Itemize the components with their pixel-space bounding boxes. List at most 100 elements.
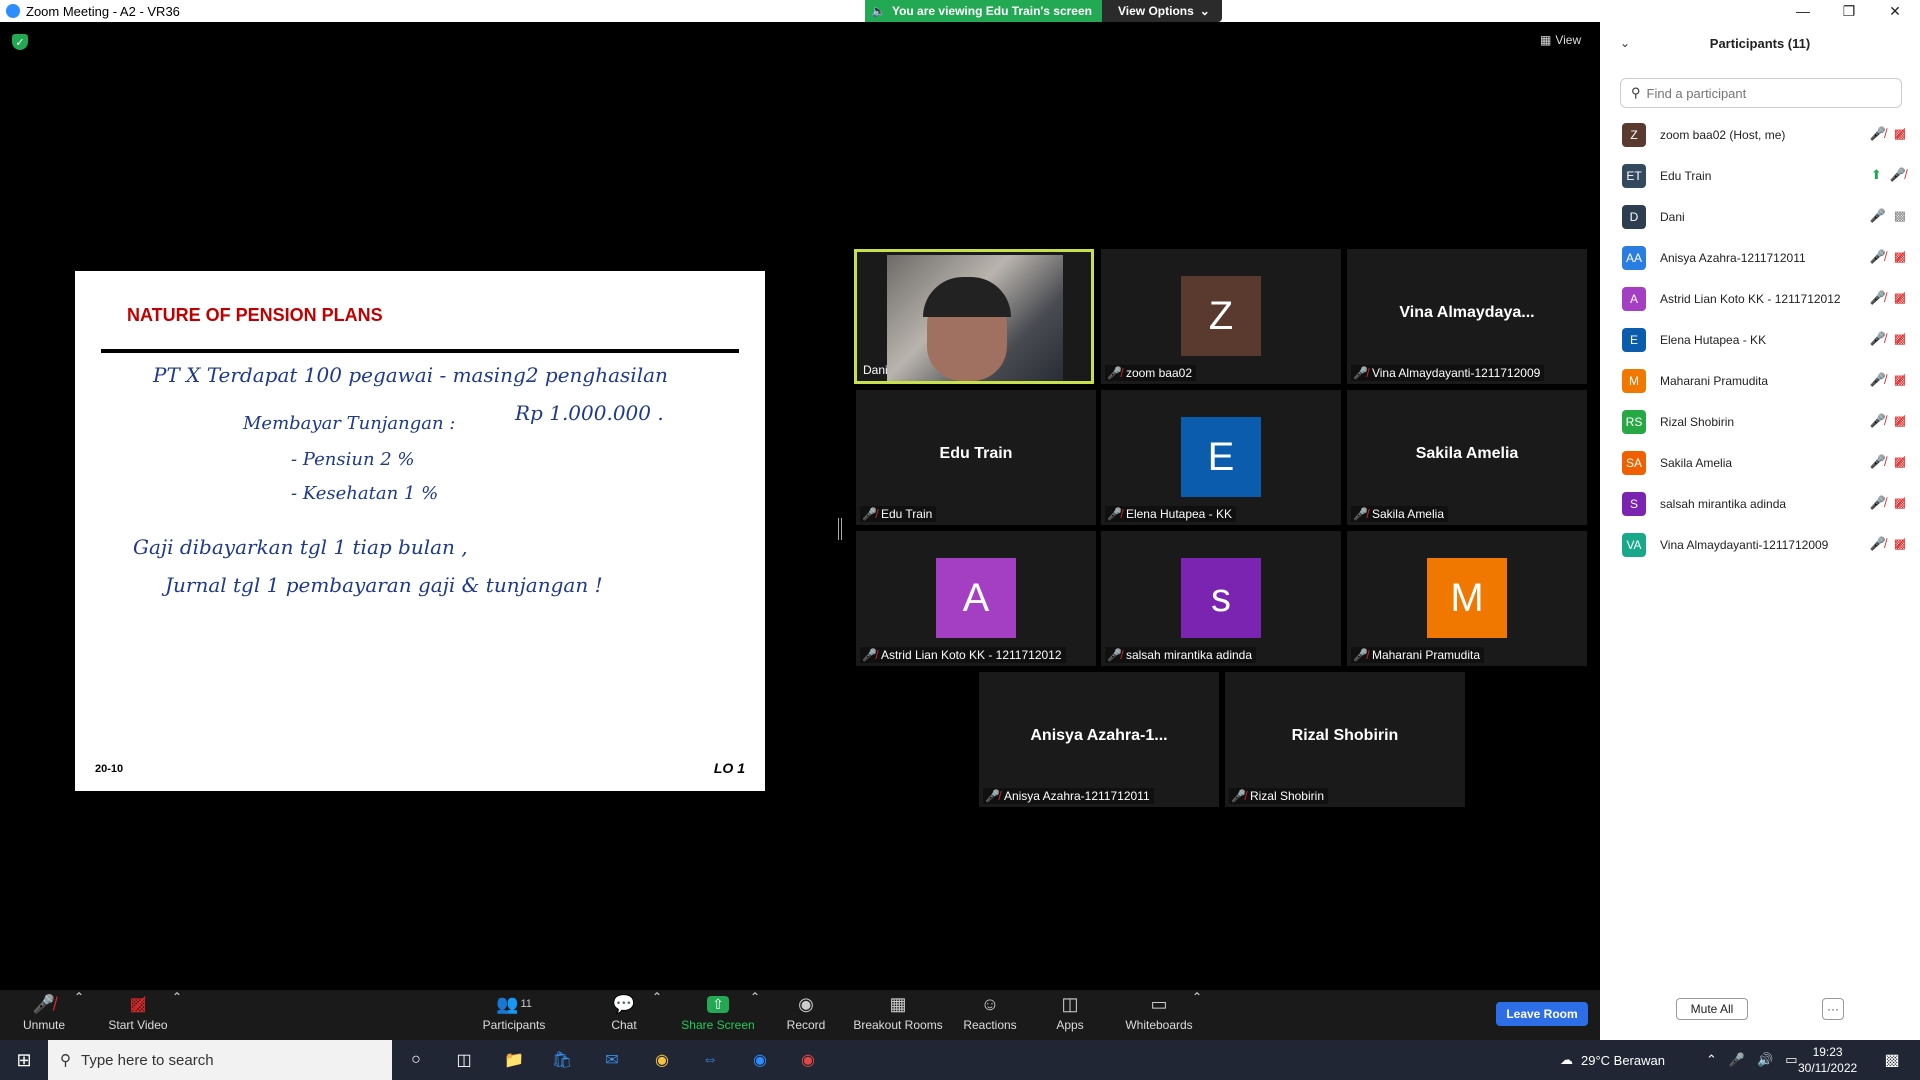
store-icon[interactable]: 🛍 [550,1048,574,1072]
participant-search[interactable]: ⚲ [1620,78,1902,108]
handwriting-line: Jurnal tgl 1 pembayaran gaji & tunjangan… [165,573,603,597]
chat-button[interactable]: 💬 Chat [606,990,642,1040]
view-options-button[interactable]: View Options ⌄ [1102,0,1222,22]
close-icon[interactable]: ✕ [1872,0,1918,22]
participant-row[interactable]: SA Sakila Amelia 🎤̸ ▩̸ [1600,442,1920,483]
split-view-handle[interactable] [838,518,842,540]
avatar: S [1622,491,1646,516]
tile-center-name: Edu Train [939,445,1013,462]
video-tile-anisya[interactable]: Anisya Azahra-1... 🎤̸ Anisya Azahra-1211… [979,672,1219,807]
participant-row[interactable]: ET Edu Train ⬆ 🎤̸ [1600,155,1920,196]
video-tile-dani[interactable]: Dani [854,249,1094,384]
weather-cloud-icon: ☁ [1560,1052,1573,1067]
video-off-icon: ▩̸ [1893,536,1906,551]
video-tile-zoom-baa02[interactable]: Z 🎤̸ zoom baa02 [1101,249,1341,384]
start-video-button[interactable]: ▩̸ Start Video [106,990,170,1040]
record-button[interactable]: ◉ Record [784,990,828,1040]
teamviewer-icon[interactable]: ⇔ [698,1048,722,1072]
mute-all-button[interactable]: Mute All [1676,998,1748,1020]
participant-name: Dani [1660,209,1685,224]
tile-center-name: Sakila Amelia [1415,445,1519,462]
microphone-icon[interactable]: 🎤 [1729,1052,1745,1068]
video-tile-elena[interactable]: E 🎤̸ Elena Hutapea - KK [1101,390,1341,525]
mic-muted-icon: 🎤̸ [1869,290,1886,305]
participant-row[interactable]: S salsah mirantika adinda 🎤̸ ▩̸ [1600,483,1920,524]
chrome-profile-icon[interactable]: ◉ [796,1048,820,1072]
clock-date: 30/11/2022 [1798,1061,1858,1075]
video-off-icon: ▩̸ [129,993,147,1014]
mic-muted-icon: 🎤̸ [1353,648,1368,662]
leave-room-button[interactable]: Leave Room [1496,1002,1588,1026]
unmute-button[interactable]: 🎤̸ Unmute [22,990,66,1040]
volume-icon[interactable]: 🔊 [1757,1052,1773,1068]
more-options-button[interactable]: ··· [1822,998,1844,1020]
chevron-up-icon[interactable]: ⌃ [172,990,182,1004]
taskbar-search[interactable]: ⚲ Type here to search [48,1040,392,1080]
mic-muted-icon: 🎤̸ [1869,536,1886,551]
participant-row[interactable]: Z zoom baa02 (Host, me) 🎤̸ ▩̸ [1600,114,1920,155]
whiteboards-button[interactable]: ▭ Whiteboards [1124,990,1194,1040]
mail-icon[interactable]: ✉ [600,1048,624,1072]
clock[interactable]: 19:23 30/11/2022 [1798,1040,1857,1080]
chevron-up-icon[interactable]: ⌃ [750,990,760,1004]
weather-widget[interactable]: ☁ 29°C Berawan [1560,1040,1665,1080]
chat-icon: 💬 [612,993,636,1014]
task-view-icon[interactable]: ◫ [452,1048,476,1072]
video-tile-rizal[interactable]: Rizal Shobirin 🎤̸ Rizal Shobirin [1225,672,1465,807]
chevron-up-icon[interactable]: ⌃ [652,990,662,1004]
video-tile-vina[interactable]: Vina Almaydaya... 🎤̸ Vina Almaydayanti-1… [1347,249,1587,384]
screen-share-icon: ⬆ [1870,167,1882,182]
video-tile-edu-train[interactable]: Edu Train 🎤̸ Edu Train [856,390,1096,525]
participants-panel: ⌄ Participants (11) ⚲ Z zoom baa02 (Host… [1600,22,1920,1040]
video-off-icon: ▩̸ [1893,454,1906,469]
participant-row[interactable]: M Maharani Pramudita 🎤̸ ▩̸ [1600,360,1920,401]
network-icon[interactable]: ▭ [1785,1052,1797,1068]
notifications-icon[interactable]: ▩ [1880,1048,1904,1072]
participant-search-input[interactable] [1646,85,1877,101]
zoom-app-icon[interactable]: ◉ [748,1048,772,1072]
shared-screen: NATURE OF PENSION PLANS PT X Terdapat 10… [6,271,834,791]
security-shield-icon[interactable]: ✓ [12,34,28,50]
tile-name-label: 🎤̸ zoom baa02 [1105,365,1196,381]
share-screen-button[interactable]: ⇧ Share Screen [680,990,756,1040]
breakout-rooms-button[interactable]: ▦ Breakout Rooms [852,990,944,1040]
participant-name: Astrid Lian Koto KK - 1211712012 [1660,291,1841,306]
participants-icon: 👥 11 [496,993,532,1014]
tile-center-name: Anisya Azahra-1... [1030,727,1168,744]
video-tile-maharani[interactable]: M 🎤̸ Maharani Pramudita [1347,531,1587,666]
participant-name: Vina Almaydayanti-1211712009 [1660,537,1829,552]
video-tile-astrid[interactable]: A 🎤̸ Astrid Lian Koto KK - 1211712012 [856,531,1096,666]
mic-muted-icon: 🎤̸ [1889,167,1906,182]
participant-row[interactable]: D Dani 🎤 ▩ [1600,196,1920,237]
tile-name-label: 🎤̸ Anisya Azahra-1211712011 [983,788,1154,804]
chrome-icon[interactable]: ◉ [650,1048,674,1072]
video-tile-salsah[interactable]: s 🎤̸ salsah mirantika adinda [1101,531,1341,666]
slide-title: NATURE OF PENSION PLANS [127,305,383,325]
view-button[interactable]: ▦ View [1540,33,1581,47]
minimize-icon[interactable]: — [1780,0,1826,22]
chevron-up-icon[interactable]: ⌃ [1192,990,1202,1004]
apps-button[interactable]: ◫ Apps [1054,990,1086,1040]
tile-center-name: Vina Almaydaya... [1399,304,1535,321]
file-explorer-icon[interactable]: 📁 [502,1048,526,1072]
windows-start-icon[interactable]: ⊞ [12,1048,36,1072]
participants-button[interactable]: 👥 11 Participants [480,990,548,1040]
participant-row[interactable]: AA Anisya Azahra-1211712011 🎤̸ ▩̸ [1600,237,1920,278]
video-off-icon: ▩̸ [1893,495,1906,510]
video-tile-sakila[interactable]: Sakila Amelia 🎤̸ Sakila Amelia [1347,390,1587,525]
restore-icon[interactable]: ❐ [1826,0,1872,22]
breakout-rooms-icon: ▦ [889,993,907,1014]
tile-name-label: 🎤̸ Astrid Lian Koto KK - 1211712012 [860,647,1066,663]
avatar: RS [1622,409,1646,434]
share-screen-icon: ⇧ [707,990,729,1018]
chevron-up-icon[interactable]: ⌃ [1706,1052,1717,1068]
cortana-icon[interactable]: ○ [404,1048,428,1072]
participant-row[interactable]: RS Rizal Shobirin 🎤̸ ▩̸ [1600,401,1920,442]
participant-row[interactable]: E Elena Hutapea - KK 🎤̸ ▩̸ [1600,319,1920,360]
participant-row[interactable]: VA Vina Almaydayanti-1211712009 🎤̸ ▩̸ [1600,524,1920,565]
participant-name: Maharani Pramudita [1660,373,1769,388]
chevron-up-icon[interactable]: ⌃ [74,990,84,1004]
participant-row[interactable]: A Astrid Lian Koto KK - 1211712012 🎤̸ ▩̸ [1600,278,1920,319]
mic-muted-icon: 🎤̸ [1869,249,1886,264]
reactions-button[interactable]: ☺ Reactions [962,990,1018,1040]
